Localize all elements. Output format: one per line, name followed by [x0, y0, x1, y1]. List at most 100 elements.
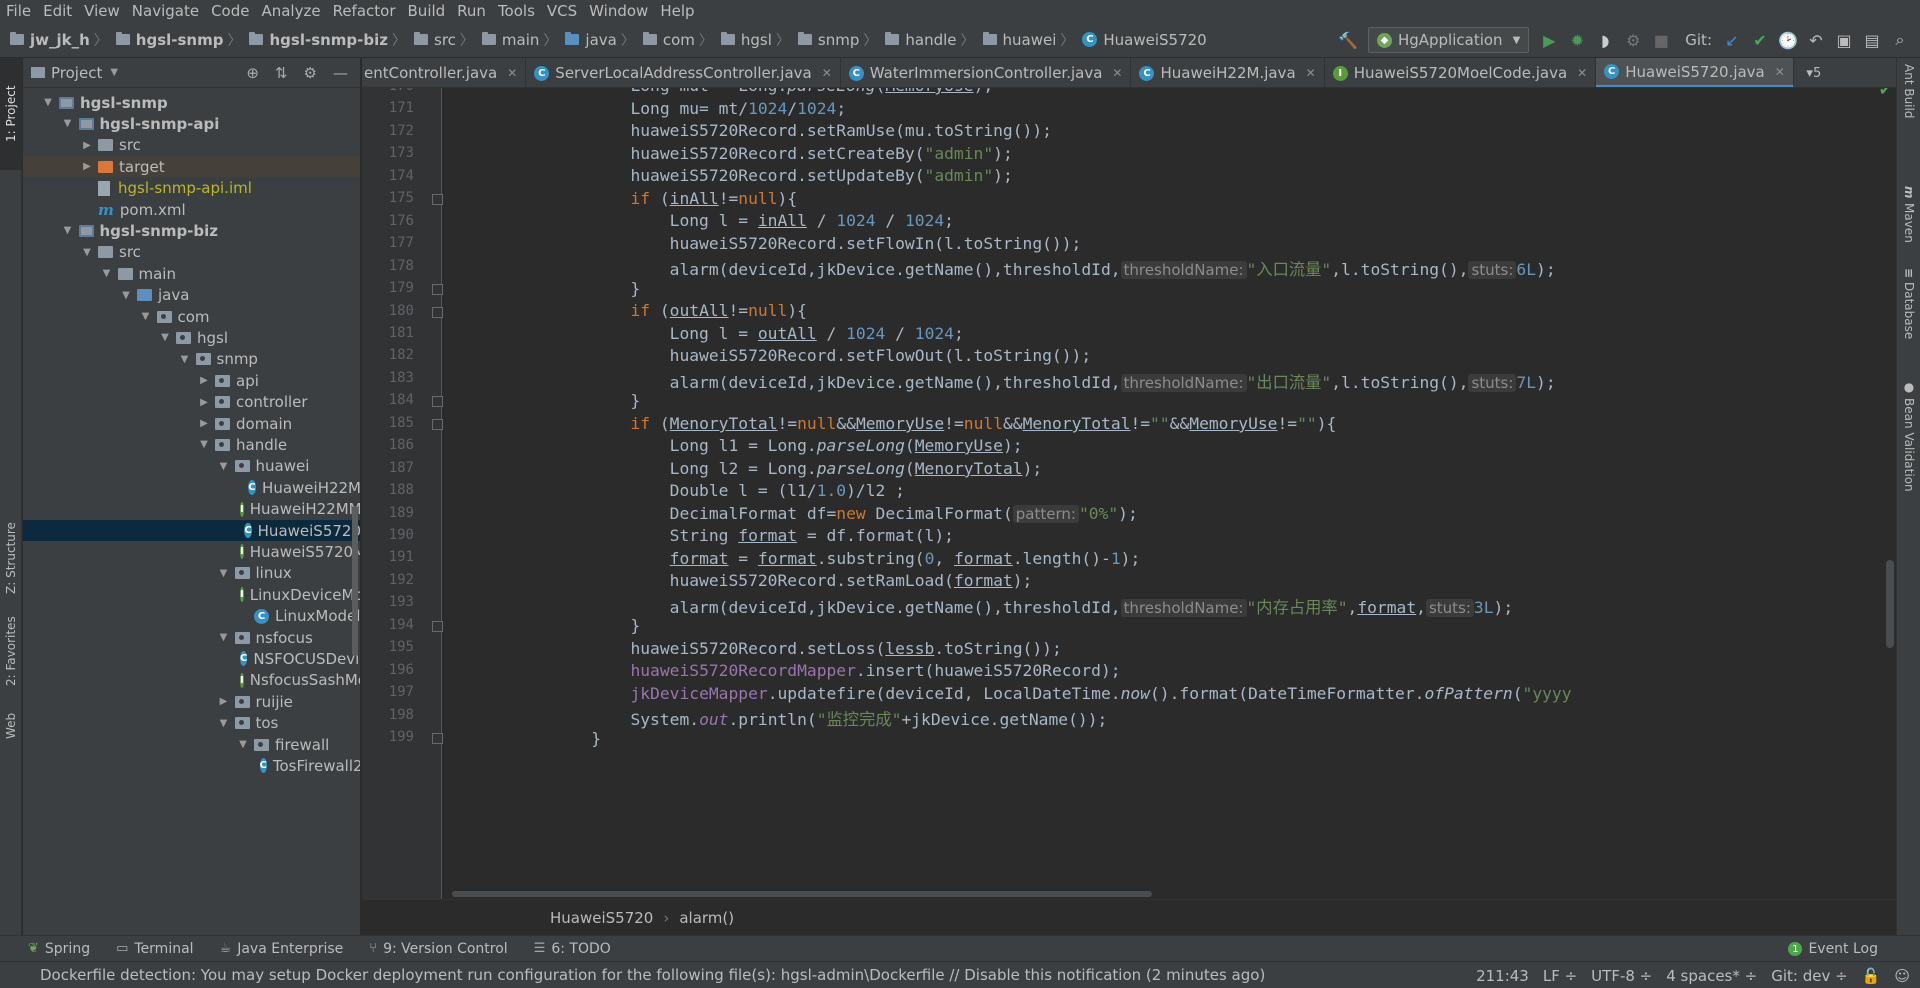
expanded-arrow-icon[interactable]: ▼ [217, 718, 231, 729]
debug-icon[interactable]: ✹ [1566, 29, 1588, 51]
tree-item[interactable]: ▼ java [23, 285, 360, 306]
build-hammer-icon[interactable]: 🔨 [1337, 29, 1359, 51]
run-config-select[interactable]: ◆ HgApplication ▼ [1367, 27, 1530, 53]
git-update-icon[interactable]: ↙ [1721, 29, 1743, 51]
expanded-arrow-icon[interactable]: ▼ [139, 311, 153, 322]
menu-vcs[interactable]: VCS [547, 0, 577, 22]
fold-marker-icon[interactable] [432, 194, 443, 206]
crumb-module[interactable]: hgsl-snmp 〉 [115, 30, 246, 50]
collapsed-arrow-icon[interactable]: ▶ [80, 140, 94, 151]
close-icon[interactable]: ✕ [822, 66, 832, 80]
expanded-arrow-icon[interactable]: ▼ [197, 439, 211, 450]
fold-marker-icon[interactable] [432, 620, 443, 632]
collapsed-arrow-icon[interactable]: ▶ [197, 375, 211, 386]
crumb-submodule[interactable]: hgsl-snmp-biz 〉 [249, 30, 410, 50]
tree-item[interactable]: ▶ domain [23, 413, 360, 434]
editor-horizontal-scrollbar[interactable] [452, 891, 1152, 897]
crumb-class[interactable]: C HuaweiS5720 [1082, 31, 1207, 49]
minimize-icon[interactable]: — [333, 64, 348, 82]
locate-icon[interactable]: ⊕ [246, 64, 259, 82]
menu-navigate[interactable]: Navigate [132, 0, 199, 22]
tab-ant-build[interactable]: Ant Build [1899, 64, 1919, 174]
status-message[interactable]: Dockerfile detection: You may setup Dock… [40, 966, 1265, 984]
tree-item[interactable]: C NSFOCUSDevice [23, 648, 360, 669]
code-editor[interactable]: 170 171 172 173 174 175 176 177 178 179 180 181 182 1… [362, 88, 1896, 899]
tab-huaweis5720moelcode[interactable]: I HuaweiS5720MoelCode.java ✕ [1325, 58, 1597, 87]
tree-item[interactable]: ▼ hgsl-snmp [23, 92, 360, 113]
tool-event-log[interactable]: 1 Event Log [1788, 936, 1878, 962]
editor-vertical-scrollbar[interactable] [1886, 560, 1894, 648]
tree-item[interactable]: ▼ main [23, 263, 360, 284]
close-icon[interactable]: ✕ [1577, 66, 1587, 80]
crumb-project[interactable]: jw_jk_h 〉 [10, 30, 112, 50]
expanded-arrow-icon[interactable]: ▼ [178, 354, 192, 365]
tree-item[interactable]: I LinuxDeviceMod [23, 584, 360, 605]
expanded-arrow-icon[interactable]: ▼ [61, 118, 75, 129]
tree-item[interactable]: ▼ firewall [23, 734, 360, 755]
indent-setting[interactable]: 4 spaces* ÷ [1666, 967, 1757, 985]
tree-item[interactable]: C LinuxModel [23, 606, 360, 627]
tree-item[interactable]: I NsfocusSashMo [23, 670, 360, 691]
coverage-icon[interactable]: ◗ [1594, 29, 1616, 51]
inspection-ok-icon[interactable]: ✔ [1879, 88, 1892, 99]
menu-tools[interactable]: Tools [498, 0, 535, 22]
inspector-icon[interactable]: ☺ [1894, 967, 1910, 985]
tree-item[interactable]: ▼ hgsl-snmp-biz [23, 220, 360, 241]
menu-refactor[interactable]: Refactor [333, 0, 396, 22]
tree-item[interactable]: C HuaweiS5720 [23, 520, 360, 541]
menu-file[interactable]: File [6, 0, 31, 22]
collapse-all-icon[interactable]: ⇅ [275, 64, 288, 82]
gear-icon[interactable]: ⚙ [304, 64, 317, 82]
crumb-src[interactable]: src 〉 [414, 30, 478, 50]
line-separator[interactable]: LF ÷ [1543, 967, 1577, 985]
menu-window[interactable]: Window [589, 0, 648, 22]
fold-marker-icon[interactable] [432, 284, 443, 296]
crumb-com[interactable]: com 〉 [642, 30, 717, 50]
expanded-arrow-icon[interactable]: ▼ [119, 290, 133, 301]
tab-structure-tool[interactable]: Z: Structure [0, 503, 22, 613]
fold-marker-icon[interactable] [432, 733, 443, 745]
tab-bean-validation[interactable]: ● Bean Validation [1899, 380, 1919, 520]
tree-item[interactable]: ▼ tos [23, 713, 360, 734]
expanded-arrow-icon[interactable]: ▼ [158, 332, 172, 343]
rollback-icon[interactable]: ↶ [1805, 29, 1827, 51]
collapsed-arrow-icon[interactable]: ▶ [80, 161, 94, 172]
menu-build[interactable]: Build [408, 0, 446, 22]
tab-waterimmersioncontroller[interactable]: C WaterImmersionController.java ✕ [841, 58, 1132, 87]
crumb-handle[interactable]: handle 〉 [885, 30, 978, 50]
tree-item[interactable]: ▶ ruijie [23, 691, 360, 712]
chevron-down-icon[interactable]: ▼ [110, 67, 118, 78]
collapsed-arrow-icon[interactable]: ▶ [197, 397, 211, 408]
tree-item[interactable]: C HuaweiH22M [23, 477, 360, 498]
expanded-arrow-icon[interactable]: ▼ [61, 225, 75, 236]
tab-serverlocaladdresscontroller[interactable]: C ServerLocalAddressController.java ✕ [526, 58, 841, 87]
tree-item[interactable]: ▼ nsfocus [23, 627, 360, 648]
crumb-main[interactable]: main 〉 [481, 30, 561, 50]
tool-terminal[interactable]: ▭ Terminal [116, 941, 193, 957]
tree-item[interactable]: ▼ handle [23, 434, 360, 455]
tool-version-control[interactable]: ⑂ 9: Version Control [369, 941, 507, 957]
search-everywhere-icon[interactable]: ⌕ [1889, 29, 1911, 51]
tab-web-tool[interactable]: Web [0, 703, 22, 749]
tab-database[interactable]: ≡ Database [1899, 268, 1919, 368]
crumb-hgsl[interactable]: hgsl 〉 [720, 30, 794, 50]
expanded-arrow-icon[interactable]: ▼ [100, 268, 114, 279]
tree-item[interactable]: m pom.xml [23, 199, 360, 220]
tree-item[interactable]: ▼ com [23, 306, 360, 327]
expanded-arrow-icon[interactable]: ▼ [217, 632, 231, 643]
history-icon[interactable]: 🕑 [1777, 29, 1799, 51]
expanded-arrow-icon[interactable]: ▼ [41, 97, 55, 108]
close-icon[interactable]: ✕ [1775, 65, 1785, 79]
git-commit-icon[interactable]: ✔ [1749, 29, 1771, 51]
tab-maven[interactable]: m Maven [1899, 186, 1919, 256]
tab-favorites-tool[interactable]: 2: Favorites [0, 606, 22, 696]
collapsed-arrow-icon[interactable]: ▶ [197, 418, 211, 429]
collapsed-arrow-icon[interactable]: ▶ [217, 696, 231, 707]
tree-vertical-scrollbar[interactable] [352, 506, 358, 656]
tree-item[interactable]: ▼ linux [23, 563, 360, 584]
expanded-arrow-icon[interactable]: ▼ [236, 739, 250, 750]
tab-entcontroller[interactable]: entController.java ✕ [362, 58, 527, 87]
menu-run[interactable]: Run [457, 0, 486, 22]
fold-marker-icon[interactable] [432, 396, 443, 408]
close-icon[interactable]: ✕ [1306, 66, 1316, 80]
